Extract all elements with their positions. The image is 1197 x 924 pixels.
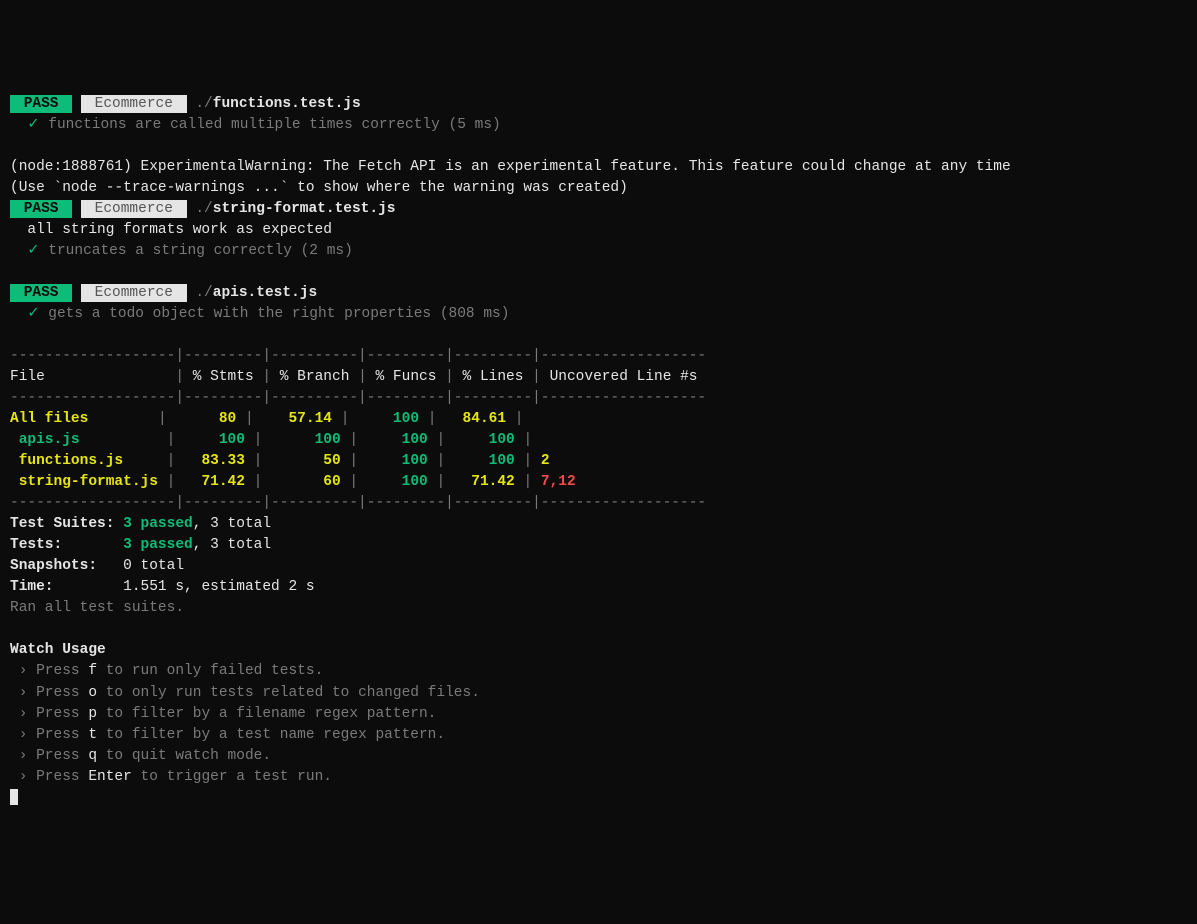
coverage-separator: -------------------|---------|----------… (10, 388, 1187, 409)
cursor-line[interactable] (10, 788, 1187, 809)
check-icon: ✓ (27, 306, 39, 322)
cov-uncovered (523, 411, 688, 427)
cov-funcs: 100 (367, 453, 437, 469)
path-prefix: ./ (187, 201, 213, 217)
test-header-row: PASS Ecommerce ./string-format.test.js (10, 199, 1187, 220)
test-name: gets a todo object with the right proper… (48, 306, 509, 322)
cov-branch: 60 (271, 474, 349, 490)
cov-branch: 100 (271, 432, 349, 448)
watch-key: p (88, 706, 97, 722)
warning-line: (Use `node --trace-warnings ...` to show… (10, 178, 1187, 199)
watch-key: Enter (88, 769, 132, 785)
cov-stmts: 71.42 (184, 474, 254, 490)
test-header-row: PASS Ecommerce ./functions.test.js (10, 94, 1187, 115)
coverage-row: All files | 80 | 57.14 | 100 | 84.61 | (10, 409, 1187, 430)
coverage-row: apis.js | 100 | 100 | 100 | 100 | (10, 430, 1187, 451)
watch-key: o (88, 685, 97, 701)
blank-line (10, 619, 1187, 640)
test-result-line: ✓ gets a todo object with the right prop… (10, 304, 1187, 325)
test-file: functions.test.js (213, 96, 361, 112)
summary-snapshots: Snapshots: 0 total (10, 556, 1187, 577)
test-result-line: ✓ truncates a string correctly (2 ms) (10, 241, 1187, 262)
cov-stmts: 100 (184, 432, 254, 448)
cov-file: All files (10, 411, 158, 427)
watch-usage-item: › Press t to filter by a test name regex… (10, 725, 1187, 746)
cov-lines: 100 (454, 453, 524, 469)
cov-lines: 71.42 (454, 474, 524, 490)
warning-line: (node:1888761) ExperimentalWarning: The … (10, 157, 1187, 178)
test-file: apis.test.js (213, 285, 317, 301)
cov-lines: 100 (454, 432, 524, 448)
cov-stmts: 80 (175, 411, 245, 427)
coverage-header: File | % Stmts | % Branch | % Funcs | % … (10, 367, 1187, 388)
coverage-row: functions.js | 83.33 | 50 | 100 | 100 | … (10, 451, 1187, 472)
env-badge: Ecommerce (81, 200, 187, 218)
watch-key: t (88, 727, 97, 743)
watch-usage-item: › Press Enter to trigger a test run. (10, 767, 1187, 788)
watch-usage-title: Watch Usage (10, 640, 1187, 661)
cov-file: apis.js (10, 432, 167, 448)
cov-stmts: 83.33 (184, 453, 254, 469)
coverage-row: string-format.js | 71.42 | 60 | 100 | 71… (10, 472, 1187, 493)
cursor-icon (10, 789, 18, 805)
cov-funcs: 100 (367, 432, 437, 448)
summary-suites: Test Suites: 3 passed, 3 total (10, 514, 1187, 535)
test-result-line: ✓ functions are called multiple times co… (10, 115, 1187, 136)
check-icon: ✓ (27, 117, 39, 133)
terminal-output[interactable]: PASS Ecommerce ./functions.test.js ✓ fun… (10, 94, 1187, 809)
check-icon: ✓ (27, 243, 39, 259)
cov-uncovered: 2 (532, 453, 697, 469)
summary-time: Time: 1.551 s, estimated 2 s (10, 577, 1187, 598)
pass-badge: PASS (10, 200, 72, 218)
cov-branch: 50 (271, 453, 349, 469)
watch-usage-item: › Press f to run only failed tests. (10, 661, 1187, 682)
blank-line (10, 325, 1187, 346)
watch-key: f (88, 663, 97, 679)
cov-lines: 84.61 (445, 411, 515, 427)
cov-file: functions.js (10, 453, 167, 469)
pass-badge: PASS (10, 284, 72, 302)
watch-usage-item: › Press o to only run tests related to c… (10, 683, 1187, 704)
path-prefix: ./ (187, 96, 213, 112)
cov-branch: 57.14 (262, 411, 340, 427)
test-header-row: PASS Ecommerce ./apis.test.js (10, 283, 1187, 304)
test-name: functions are called multiple times corr… (48, 117, 500, 133)
env-badge: Ecommerce (81, 95, 187, 113)
pass-badge: PASS (10, 95, 72, 113)
watch-key: q (88, 748, 97, 764)
test-name: truncates a string correctly (2 ms) (48, 243, 353, 259)
summary-ran: Ran all test suites. (10, 598, 1187, 619)
test-file: string-format.test.js (213, 201, 396, 217)
watch-usage-item: › Press p to filter by a filename regex … (10, 704, 1187, 725)
cov-uncovered: 7,12 (532, 474, 697, 490)
cov-file: string-format.js (10, 474, 167, 490)
watch-usage-item: › Press q to quit watch mode. (10, 746, 1187, 767)
env-badge: Ecommerce (81, 284, 187, 302)
test-describe-line: all string formats work as expected (10, 220, 1187, 241)
path-prefix: ./ (187, 285, 213, 301)
cov-funcs: 100 (358, 411, 428, 427)
coverage-separator: -------------------|---------|----------… (10, 346, 1187, 367)
blank-line (10, 262, 1187, 283)
cov-uncovered (532, 432, 697, 448)
coverage-separator: -------------------|---------|----------… (10, 493, 1187, 514)
cov-funcs: 100 (367, 474, 437, 490)
blank-line (10, 136, 1187, 157)
summary-tests: Tests: 3 passed, 3 total (10, 535, 1187, 556)
